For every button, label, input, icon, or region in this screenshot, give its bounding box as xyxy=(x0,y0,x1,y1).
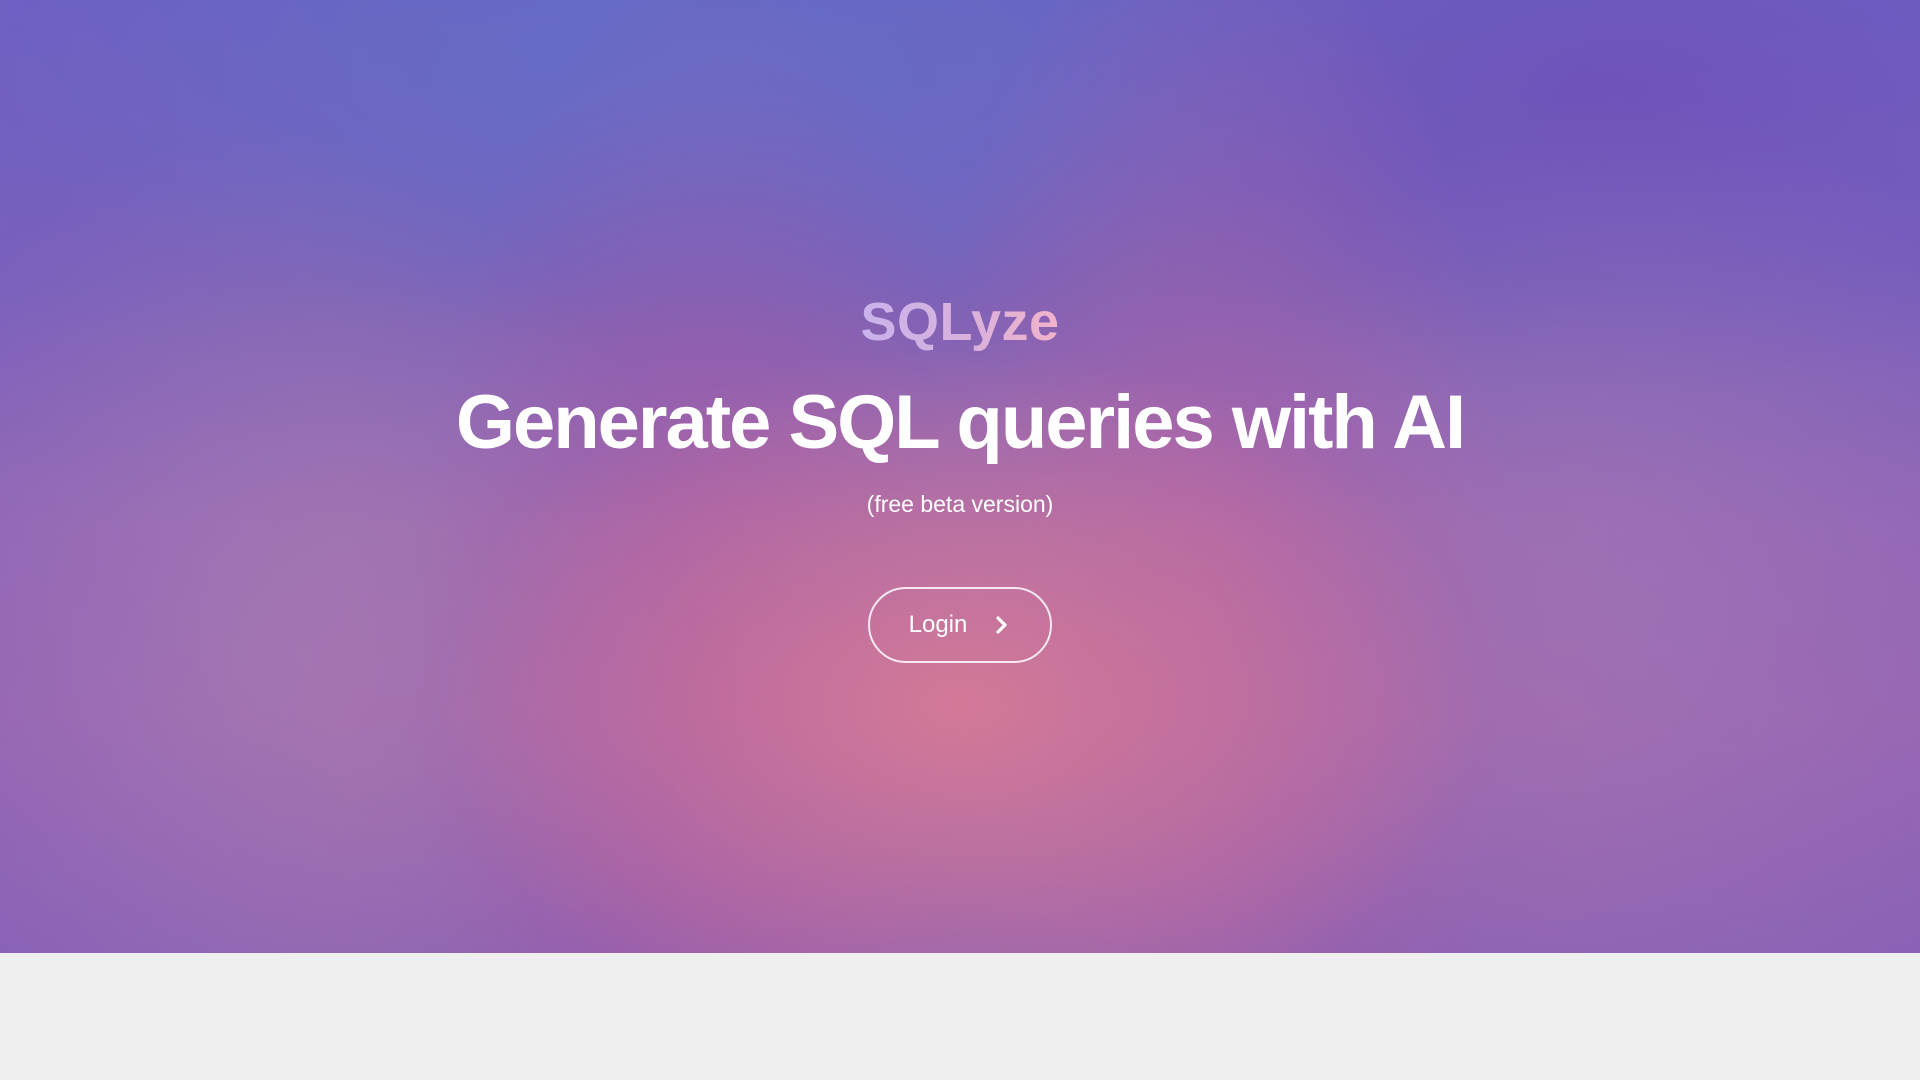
hero-section: SQLyze Generate SQL queries with AI (fre… xyxy=(0,0,1920,953)
chevron-right-icon xyxy=(993,614,1011,636)
brand-name: SQLyze xyxy=(860,292,1060,352)
page-headline: Generate SQL queries with AI xyxy=(455,380,1466,465)
brand-logo: SQLyze xyxy=(0,288,1920,356)
login-button-label: Login xyxy=(908,611,968,638)
beta-subtitle: (free beta version) xyxy=(866,491,1054,517)
footer-band xyxy=(0,953,1920,1080)
hero-content: SQLyze Generate SQL queries with AI (fre… xyxy=(0,0,1920,953)
login-button[interactable]: Login xyxy=(868,587,1052,663)
